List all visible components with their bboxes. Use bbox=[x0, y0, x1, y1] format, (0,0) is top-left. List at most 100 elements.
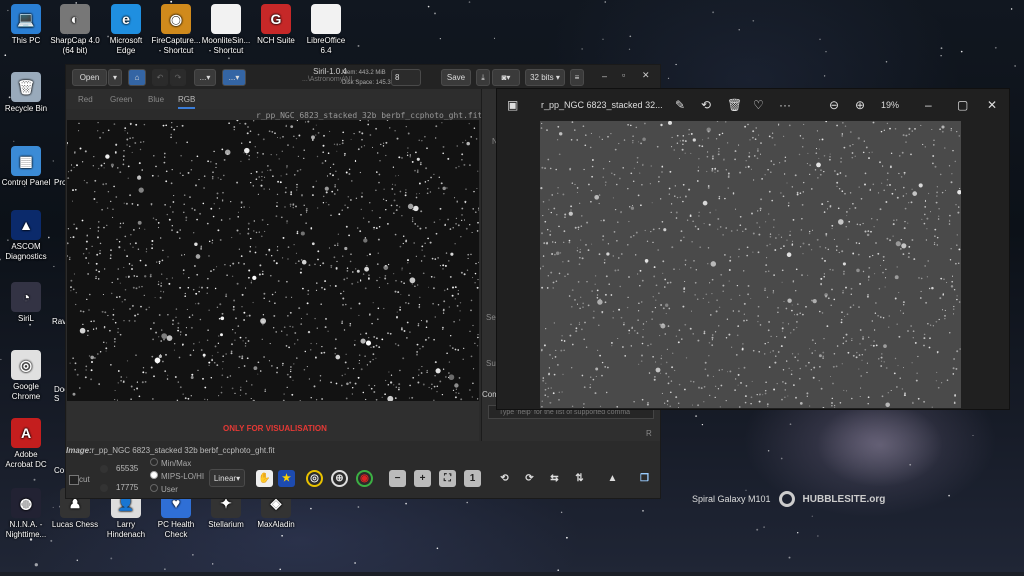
siril-close-button[interactable]: ✕ bbox=[642, 70, 650, 81]
zoom-in-icon[interactable]: ⊕ bbox=[855, 98, 865, 112]
star bbox=[246, 315, 248, 317]
star bbox=[708, 301, 710, 303]
star bbox=[960, 50, 963, 53]
star bbox=[670, 211, 672, 213]
star bbox=[378, 181, 380, 184]
psf-icon[interactable]: ◎ bbox=[306, 470, 323, 487]
star bbox=[269, 343, 271, 345]
star bbox=[96, 353, 99, 355]
windows-layout-icon[interactable]: ❐ bbox=[636, 470, 653, 487]
rotate-icon[interactable]: ⟲ bbox=[701, 98, 711, 112]
save-as-icon[interactable]: ⤓ bbox=[476, 69, 490, 86]
star bbox=[861, 359, 863, 361]
star bbox=[359, 171, 362, 174]
siril-image-canvas[interactable] bbox=[67, 120, 479, 401]
stretch-selector[interactable]: Linear ▾ bbox=[209, 469, 245, 487]
star bbox=[768, 213, 770, 215]
tab-rgb[interactable]: RGB bbox=[178, 95, 196, 109]
star bbox=[809, 173, 811, 175]
star bbox=[821, 203, 824, 206]
star bbox=[124, 298, 126, 301]
desktop-icon[interactable]: 🗑 Recycle Bin bbox=[0, 72, 56, 114]
zoom-100-icon[interactable]: 1 bbox=[464, 470, 481, 487]
snapshot-camera-icon[interactable]: ◙▾ bbox=[492, 69, 520, 86]
star bbox=[669, 281, 672, 284]
star bbox=[452, 286, 454, 289]
processing-menu-button[interactable]: ... ▾ bbox=[222, 69, 246, 86]
astrometry-icon[interactable]: ★ bbox=[278, 470, 295, 487]
photos-image-canvas[interactable] bbox=[540, 121, 961, 408]
open-button[interactable]: Open bbox=[72, 69, 107, 86]
star bbox=[191, 160, 193, 162]
photos-close-button[interactable]: ✕ bbox=[987, 98, 997, 112]
star bbox=[602, 219, 605, 222]
desktop-icon[interactable]: A Adobe Acrobat DC bbox=[0, 418, 56, 470]
star bbox=[443, 289, 446, 292]
zoom-out-icon[interactable]: ⊖ bbox=[829, 98, 839, 112]
star bbox=[167, 314, 169, 316]
save-button[interactable]: Save bbox=[441, 69, 471, 86]
photometry-icon[interactable]: ✋ bbox=[256, 470, 273, 487]
undo-icon[interactable]: ↶ bbox=[152, 69, 168, 86]
desktop-icon[interactable]: ▦ Control Panel bbox=[0, 146, 56, 188]
star bbox=[820, 282, 822, 285]
cut-checkbox[interactable] bbox=[69, 475, 79, 485]
siril-minimize-button[interactable]: – bbox=[602, 71, 607, 81]
star bbox=[372, 353, 375, 356]
target-icon[interactable]: ◉ bbox=[356, 470, 373, 487]
home-icon[interactable]: ⌂ bbox=[128, 69, 146, 86]
threads-spinner[interactable]: 8 bbox=[391, 69, 421, 86]
star bbox=[839, 402, 842, 404]
tab-red[interactable]: Red bbox=[78, 95, 93, 104]
desktop-icon[interactable]: ◔ SiriL bbox=[0, 282, 56, 324]
slider-high-handle[interactable] bbox=[100, 465, 108, 473]
star bbox=[171, 211, 174, 213]
photos-minimize-button[interactable]: – bbox=[925, 98, 932, 112]
low-value[interactable]: 17775 bbox=[116, 483, 138, 492]
star bbox=[842, 122, 844, 124]
desktop-icon[interactable]: ◎ Google Chrome bbox=[0, 350, 56, 402]
mirror-y-icon[interactable]: ⇅ bbox=[571, 470, 588, 487]
photos-maximize-button[interactable]: ▢ bbox=[957, 98, 968, 112]
zoom-out-icon[interactable]: − bbox=[389, 470, 406, 487]
star bbox=[334, 353, 336, 355]
tab-green[interactable]: Green bbox=[110, 95, 132, 104]
desktop-icon[interactable]: ▲ ASCOM Diagnostics bbox=[0, 210, 56, 262]
star bbox=[581, 48, 583, 50]
star bbox=[772, 226, 775, 228]
delete-icon[interactable]: 🗑 bbox=[727, 98, 742, 112]
star bbox=[800, 229, 803, 231]
mirror-x-icon[interactable]: ⇆ bbox=[546, 470, 563, 487]
star bbox=[408, 397, 410, 399]
star bbox=[409, 384, 411, 387]
redo-icon[interactable]: ↷ bbox=[170, 69, 186, 86]
scripts-menu-label: ... bbox=[199, 73, 207, 82]
mode-minmax-label: Min/Max bbox=[161, 459, 192, 468]
star bbox=[580, 225, 583, 227]
desktop-icon[interactable]: LibreOffice 6.4 bbox=[296, 4, 356, 56]
scripts-menu-button[interactable]: ... ▾ bbox=[194, 69, 216, 86]
rotate-left-icon[interactable]: ⟲ bbox=[496, 470, 513, 487]
edit-image-icon[interactable]: ✎ bbox=[675, 98, 685, 112]
star bbox=[258, 176, 260, 178]
bit-depth-selector[interactable]: 32 bits ▾ bbox=[525, 69, 565, 86]
more-options-icon[interactable]: ··· bbox=[779, 98, 791, 112]
zoom-fit-icon[interactable]: ⛶ bbox=[439, 470, 456, 487]
slider-low-handle[interactable] bbox=[100, 484, 108, 492]
favorite-heart-icon[interactable]: ♡ bbox=[753, 98, 764, 112]
histogram-icon[interactable]: ▲ bbox=[604, 470, 621, 487]
mode-user[interactable]: User bbox=[150, 483, 204, 496]
siril-maximize-button[interactable]: ▫ bbox=[622, 70, 625, 80]
open-dropdown-arrow-icon[interactable]: ▾ bbox=[108, 69, 122, 86]
tab-blue[interactable]: Blue bbox=[148, 95, 164, 104]
rotate-right-icon[interactable]: ⟳ bbox=[521, 470, 538, 487]
zoom-in-icon[interactable]: + bbox=[414, 470, 431, 487]
mode-minmax[interactable]: Min/Max bbox=[150, 457, 204, 470]
mode-mips[interactable]: MIPS-LO/HI bbox=[150, 470, 204, 483]
siril-menu-icon[interactable]: ≡ bbox=[570, 69, 584, 86]
high-value[interactable]: 65535 bbox=[116, 464, 138, 473]
star bbox=[557, 125, 560, 128]
globe-icon[interactable]: ⊕ bbox=[331, 470, 348, 487]
star bbox=[882, 316, 885, 319]
star bbox=[113, 185, 115, 188]
